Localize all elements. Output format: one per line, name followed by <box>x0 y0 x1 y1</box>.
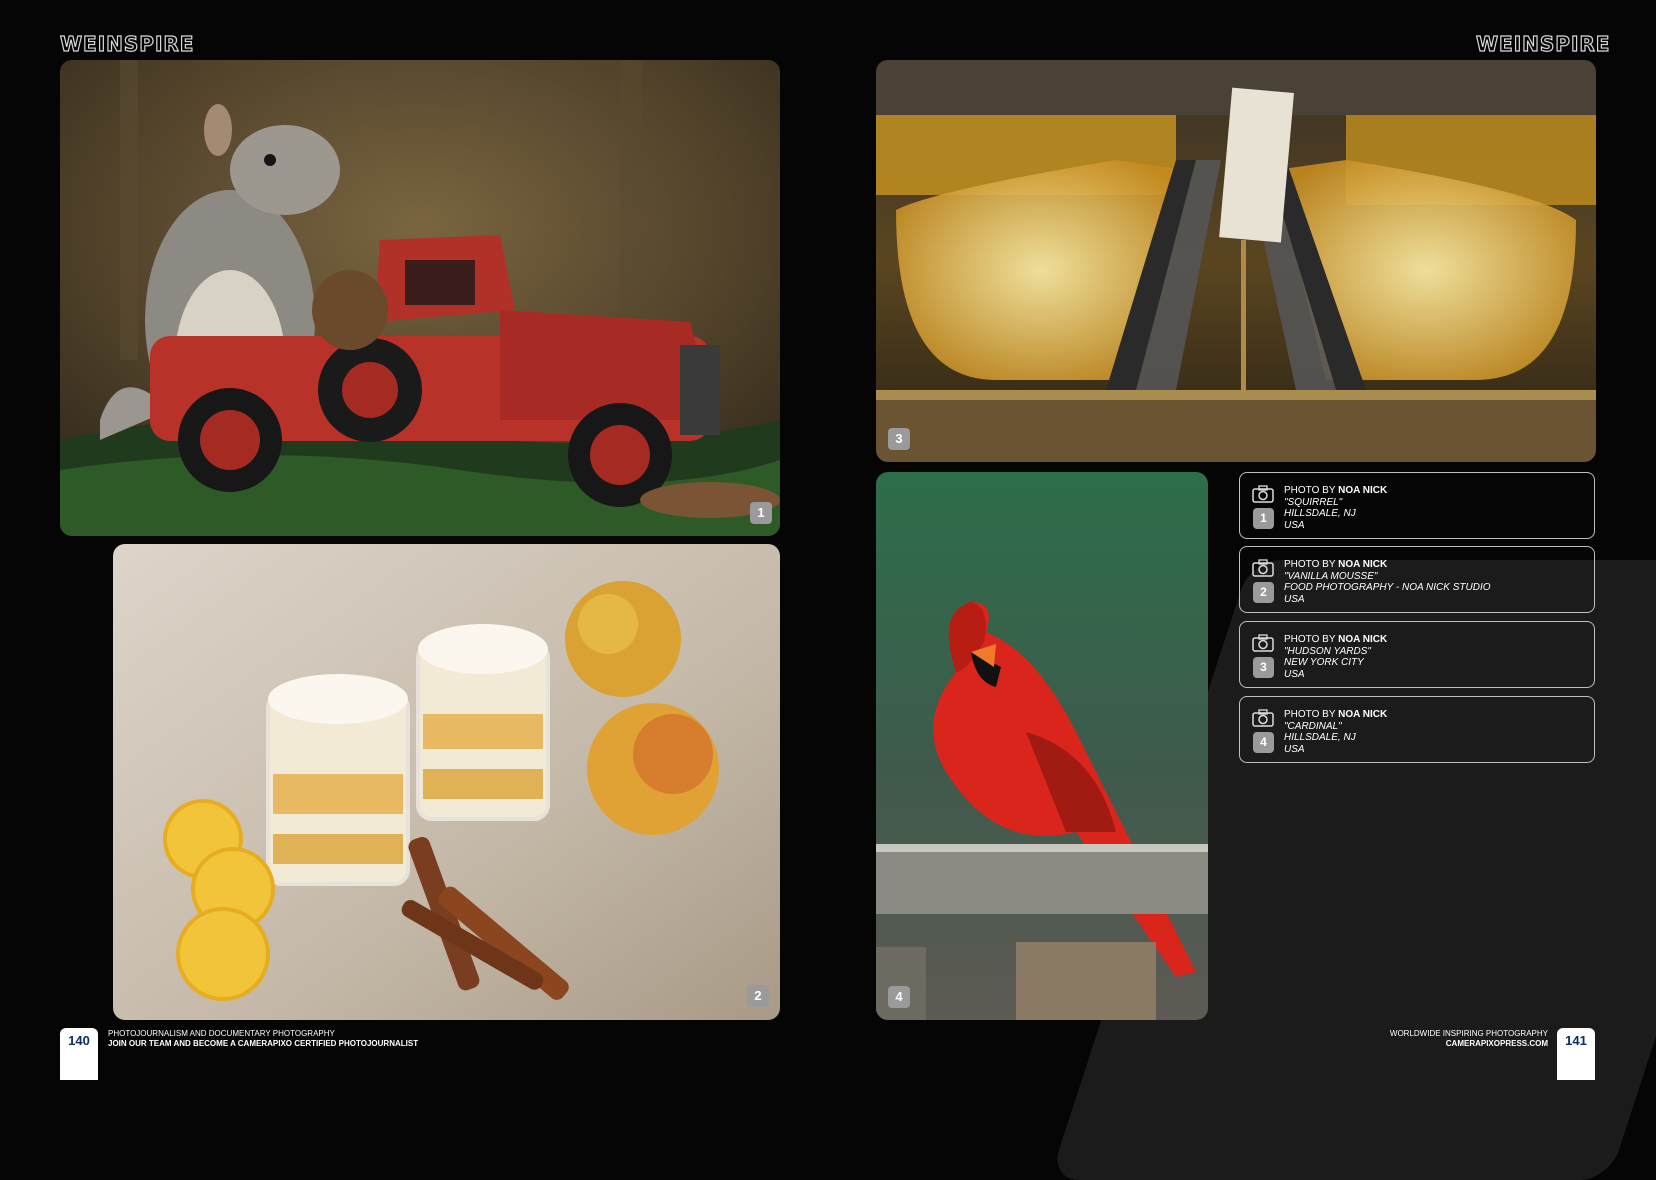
footer-left-line1: PHOTOJOURNALISM AND DOCUMENTARY PHOTOGRA… <box>108 1029 335 1038</box>
credit-location: FOOD PHOTOGRAPHY - NOA NICK STUDIO <box>1284 582 1491 593</box>
credit-number-badge: 1 <box>1253 508 1274 529</box>
brand-logo-right: WEINSPIRE <box>1475 31 1611 56</box>
credit-title: "CARDINAL" <box>1284 720 1342 732</box>
photo-hudson-yards: 3 <box>876 60 1596 462</box>
footer-right-text: WORLDWIDE INSPIRING PHOTOGRAPHY CAMERAPI… <box>1390 1029 1548 1049</box>
credit-by-line: PHOTO BY NOA NICK <box>1284 634 1388 645</box>
credit-by-line: PHOTO BY NOA NICK <box>1284 485 1388 496</box>
photo-cardinal: 4 <box>876 472 1208 1020</box>
camera-icon <box>1252 559 1274 577</box>
credit-number-badge: 4 <box>1253 732 1274 753</box>
page-number-right: 141 <box>1557 1028 1595 1080</box>
credit-title: "VANILLA MOUSSE" <box>1284 570 1378 582</box>
brand-logo-left: WEINSPIRE <box>59 31 195 56</box>
footer-left-text: PHOTOJOURNALISM AND DOCUMENTARY PHOTOGRA… <box>108 1029 418 1049</box>
credit-country: USA <box>1284 519 1305 531</box>
footer-right-line2: CAMERAPIXOPRESS.COM <box>1445 1039 1548 1048</box>
credit-country: USA <box>1284 743 1305 755</box>
camera-icon <box>1252 709 1274 727</box>
credit-by-line: PHOTO BY NOA NICK <box>1284 709 1388 720</box>
photo-number-badge: 3 <box>888 428 910 450</box>
page-number-left: 140 <box>60 1028 98 1080</box>
credit-box-4: 4 PHOTO BY NOA NICK "CARDINAL" HILLSDALE… <box>1239 696 1595 763</box>
photo-number-badge: 1 <box>750 502 772 524</box>
photo-number-badge: 4 <box>888 986 910 1008</box>
credit-by-line: PHOTO BY NOA NICK <box>1284 559 1388 570</box>
credit-title: "HUDSON YARDS" <box>1284 645 1371 657</box>
footer-left-line2: JOIN OUR TEAM AND BECOME A CAMERAPIXO CE… <box>108 1039 419 1048</box>
credit-location: NEW YORK CITY <box>1284 657 1364 668</box>
footer-right-line1: WORLDWIDE INSPIRING PHOTOGRAPHY <box>1389 1029 1548 1038</box>
credit-box-3: 3 PHOTO BY NOA NICK "HUDSON YARDS" NEW Y… <box>1239 621 1595 688</box>
credit-number-badge: 3 <box>1253 657 1274 678</box>
camera-icon <box>1252 485 1274 503</box>
credit-title: "SQUIRREL" <box>1284 496 1343 508</box>
credit-number-badge: 2 <box>1253 582 1274 603</box>
credit-box-2: 2 PHOTO BY NOA NICK "VANILLA MOUSSE" FOO… <box>1239 546 1595 613</box>
camera-icon <box>1252 634 1274 652</box>
credit-country: USA <box>1284 593 1305 605</box>
credit-location: HILLSDALE, NJ <box>1284 508 1356 519</box>
credit-box-1: 1 PHOTO BY NOA NICK "SQUIRREL" HILLSDALE… <box>1239 472 1595 539</box>
credit-location: HILLSDALE, NJ <box>1284 732 1356 743</box>
photo-number-badge: 2 <box>747 985 769 1007</box>
photo-vanilla-mousse: 2 <box>113 544 780 1020</box>
credit-country: USA <box>1284 668 1305 680</box>
photo-squirrel: 1 <box>60 60 780 536</box>
